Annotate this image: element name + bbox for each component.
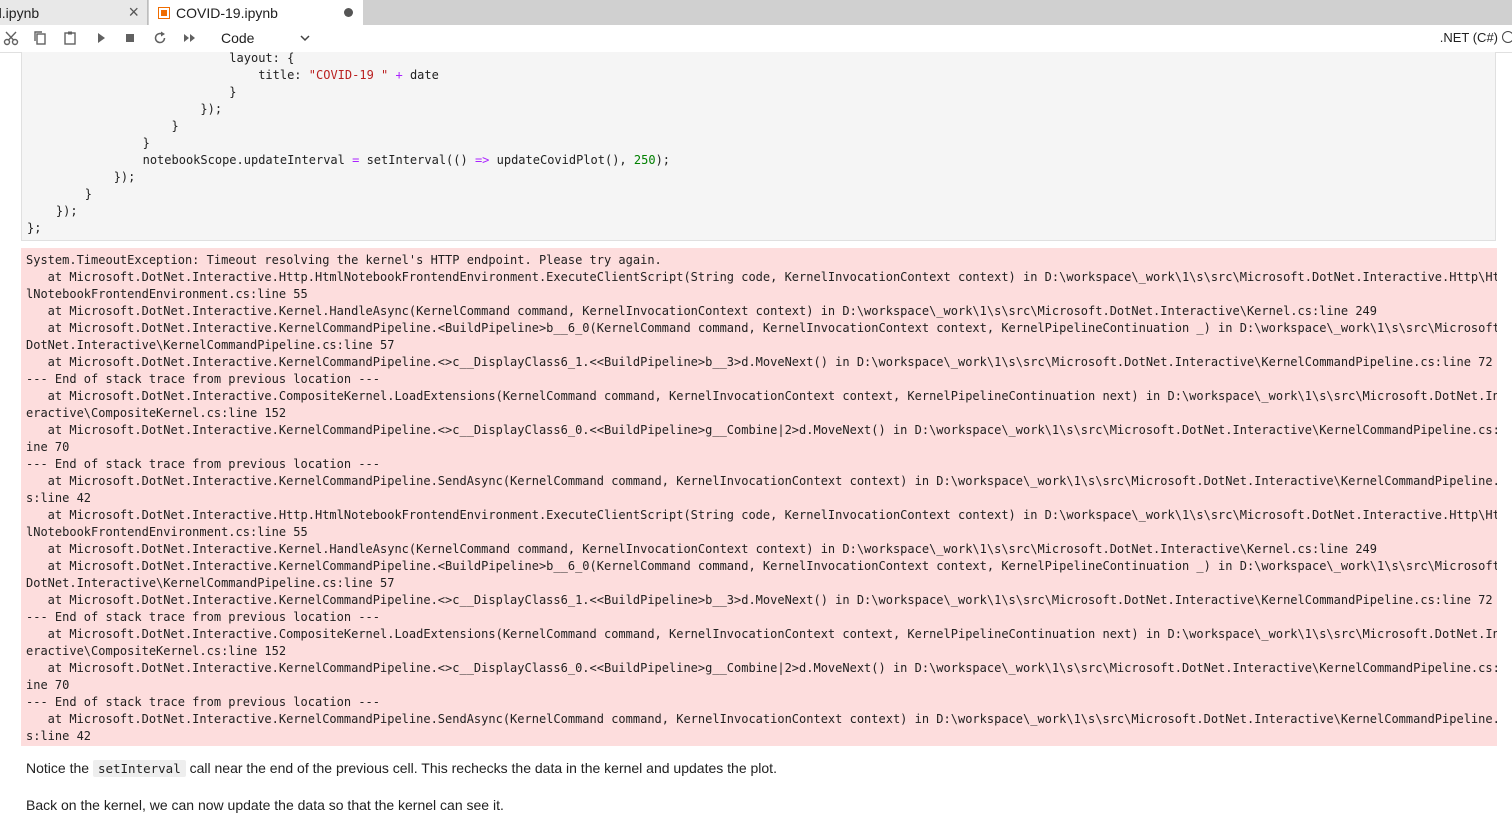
stack-trace-line: s:line 42: [26, 491, 92, 505]
close-icon[interactable]: ×: [128, 3, 139, 21]
code-cell[interactable]: layout: { title: "COVID-19 " + date } })…: [21, 52, 1496, 241]
stack-trace-line: at Microsoft.DotNet.Interactive.KernelCo…: [26, 712, 1497, 726]
stack-trace-line: --- End of stack trace from previous loc…: [26, 457, 381, 471]
code-line: };: [27, 221, 42, 235]
unsaved-dot-icon[interactable]: [344, 8, 353, 17]
code-line: layout: {: [27, 52, 295, 65]
stack-trace-line: at Microsoft.DotNet.Interactive.Composit…: [26, 389, 1497, 403]
kernel-name[interactable]: .NET (C#): [1440, 30, 1498, 45]
tab-bar: d.ipynb × COVID-19.ipynb: [0, 0, 1512, 25]
notebook-toolbar: Code .NET (C#): [0, 25, 1512, 53]
stack-trace-line: at Microsoft.DotNet.Interactive.KernelCo…: [26, 423, 1497, 437]
stack-trace-line: at Microsoft.DotNet.Interactive.Http.Htm…: [26, 508, 1497, 522]
code-line: });: [27, 204, 78, 218]
stack-trace-line: at Microsoft.DotNet.Interactive.Http.Htm…: [26, 270, 1497, 284]
tab-d-ipynb[interactable]: d.ipynb ×: [0, 0, 148, 25]
code-line: });: [27, 102, 223, 116]
stack-trace-line: ine 70: [26, 678, 70, 692]
stack-trace-line: at Microsoft.DotNet.Interactive.KernelCo…: [26, 355, 1493, 369]
stack-trace-line: --- End of stack trace from previous loc…: [26, 372, 381, 386]
stack-trace-line: at Microsoft.DotNet.Interactive.KernelCo…: [26, 559, 1497, 573]
stack-trace-line: DotNet.Interactive\KernelCommandPipeline…: [26, 576, 395, 590]
markdown-text: Notice the: [26, 760, 93, 776]
stack-trace-line: at Microsoft.DotNet.Interactive.KernelCo…: [26, 321, 1497, 335]
stack-trace-line: ine 70: [26, 440, 70, 454]
stack-trace-line: at Microsoft.DotNet.Interactive.KernelCo…: [26, 661, 1497, 675]
run-all-icon[interactable]: [179, 27, 201, 49]
cut-icon[interactable]: [0, 27, 22, 49]
stack-trace-line: --- End of stack trace from previous loc…: [26, 610, 381, 624]
copy-icon[interactable]: [29, 27, 51, 49]
markdown-paragraph: Back on the kernel, we can now update th…: [26, 797, 504, 813]
restart-icon[interactable]: [149, 27, 171, 49]
error-output: System.TimeoutException: Timeout resolvi…: [21, 248, 1497, 746]
code-line: title: "COVID-19 " + date: [27, 68, 439, 82]
notebook-icon: [158, 6, 170, 19]
code-editor[interactable]: layout: { title: "COVID-19 " + date } })…: [22, 52, 1495, 237]
code-line: }: [27, 136, 150, 150]
stack-trace-line: at Microsoft.DotNet.Interactive.Kernel.H…: [26, 542, 1378, 556]
tab-label: d.ipynb: [0, 4, 40, 21]
code-line: notebookScope.updateInterval = setInterv…: [27, 153, 671, 167]
markdown-text: call near the end of the previous cell. …: [185, 760, 777, 776]
stack-trace-line: at Microsoft.DotNet.Interactive.KernelCo…: [26, 474, 1497, 488]
stack-trace-line: eractive\CompositeKernel.cs:line 152: [26, 406, 287, 420]
cell-type-select[interactable]: Code: [221, 29, 311, 47]
stack-trace-line: lNotebookFrontendEnvironment.cs:line 55: [26, 525, 308, 539]
paste-icon[interactable]: [59, 27, 81, 49]
inline-code: setInterval: [92, 760, 186, 777]
code-line: }: [27, 119, 179, 133]
stack-trace-line: at Microsoft.DotNet.Interactive.Composit…: [26, 627, 1497, 641]
cell-type-value: Code: [221, 30, 255, 46]
stack-trace-line: eractive\CompositeKernel.cs:line 152: [26, 644, 287, 658]
stack-trace-line: lNotebookFrontendEnvironment.cs:line 55: [26, 287, 308, 301]
stack-trace-line: --- End of stack trace from previous loc…: [26, 695, 381, 709]
stack-trace-line: at Microsoft.DotNet.Interactive.Kernel.H…: [26, 304, 1378, 318]
stack-trace-line: at Microsoft.DotNet.Interactive.KernelCo…: [26, 593, 1493, 607]
stack-trace: System.TimeoutException: Timeout resolvi…: [21, 248, 1497, 745]
tab-covid-19-ipynb[interactable]: COVID-19.ipynb: [149, 0, 363, 25]
stop-icon[interactable]: [119, 27, 141, 49]
code-line: }: [27, 187, 93, 201]
code-line: });: [27, 170, 136, 184]
markdown-paragraph: Notice the setInterval call near the end…: [26, 760, 777, 777]
code-line: }: [27, 85, 237, 99]
stack-trace-line: DotNet.Interactive\KernelCommandPipeline…: [26, 338, 395, 352]
kernel-status-icon: [1502, 31, 1512, 43]
tab-label: COVID-19.ipynb: [176, 4, 278, 21]
chevron-down-icon: [300, 35, 310, 42]
run-icon[interactable]: [90, 27, 112, 49]
stack-trace-line: System.TimeoutException: Timeout resolvi…: [26, 253, 662, 267]
stack-trace-line: s:line 42: [26, 729, 92, 743]
